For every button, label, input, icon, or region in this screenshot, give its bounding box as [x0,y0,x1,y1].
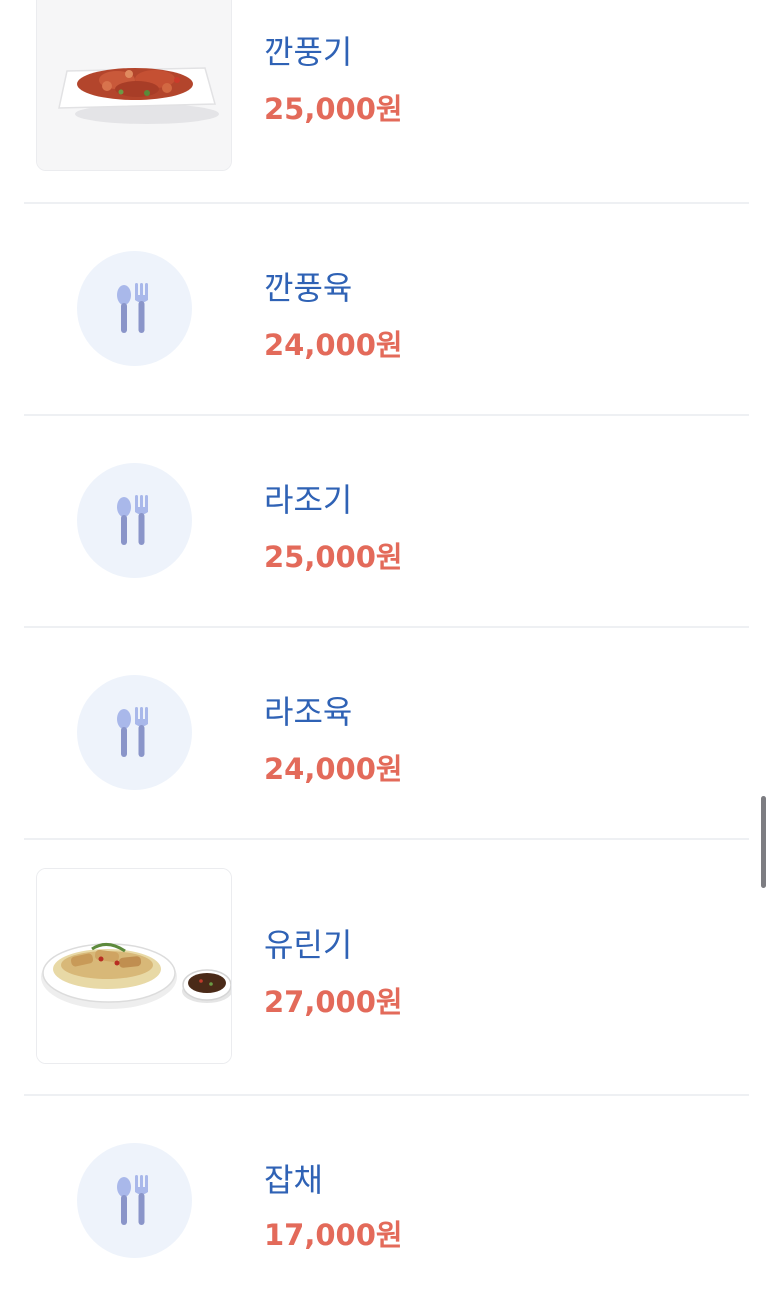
food-photo-yuringi [36,868,232,1064]
food-photo-kkanpunggi [36,0,232,171]
menu-item[interactable]: 깐풍기 25,000원 [24,0,749,204]
menu-item[interactable]: 라조육 24,000원 [24,628,749,840]
menu-item-name: 라조기 [264,481,353,519]
menu-item-price: 24,000원 [264,328,403,362]
menu-item[interactable]: 유린기 27,000원 [24,840,749,1096]
menu-item[interactable]: 깐풍육 24,000원 [24,204,749,416]
menu-item-name: 잡채 [264,1161,323,1199]
menu-item-name: 유린기 [264,926,353,964]
scrollbar[interactable] [761,796,766,888]
image-placeholder [77,675,192,790]
menu-item[interactable]: 잡채 17,000원 [24,1096,749,1308]
utensils-icon [117,283,148,333]
utensils-icon [117,1175,148,1225]
image-placeholder [77,1143,192,1258]
utensils-icon [117,495,148,545]
image-placeholder [77,251,192,366]
menu-item-price: 25,000원 [264,540,403,574]
menu-item[interactable]: 라조기 25,000원 [24,416,749,628]
menu-item-price: 27,000원 [264,985,403,1019]
menu-item-price: 25,000원 [264,92,403,126]
menu-item-price: 17,000원 [264,1218,403,1252]
utensils-icon [117,707,148,757]
menu-item-name: 깐풍육 [264,269,353,307]
image-placeholder [77,463,192,578]
menu-item-price: 24,000원 [264,752,403,786]
menu-item-name: 라조육 [264,693,353,731]
menu-item-name: 깐풍기 [264,33,353,71]
